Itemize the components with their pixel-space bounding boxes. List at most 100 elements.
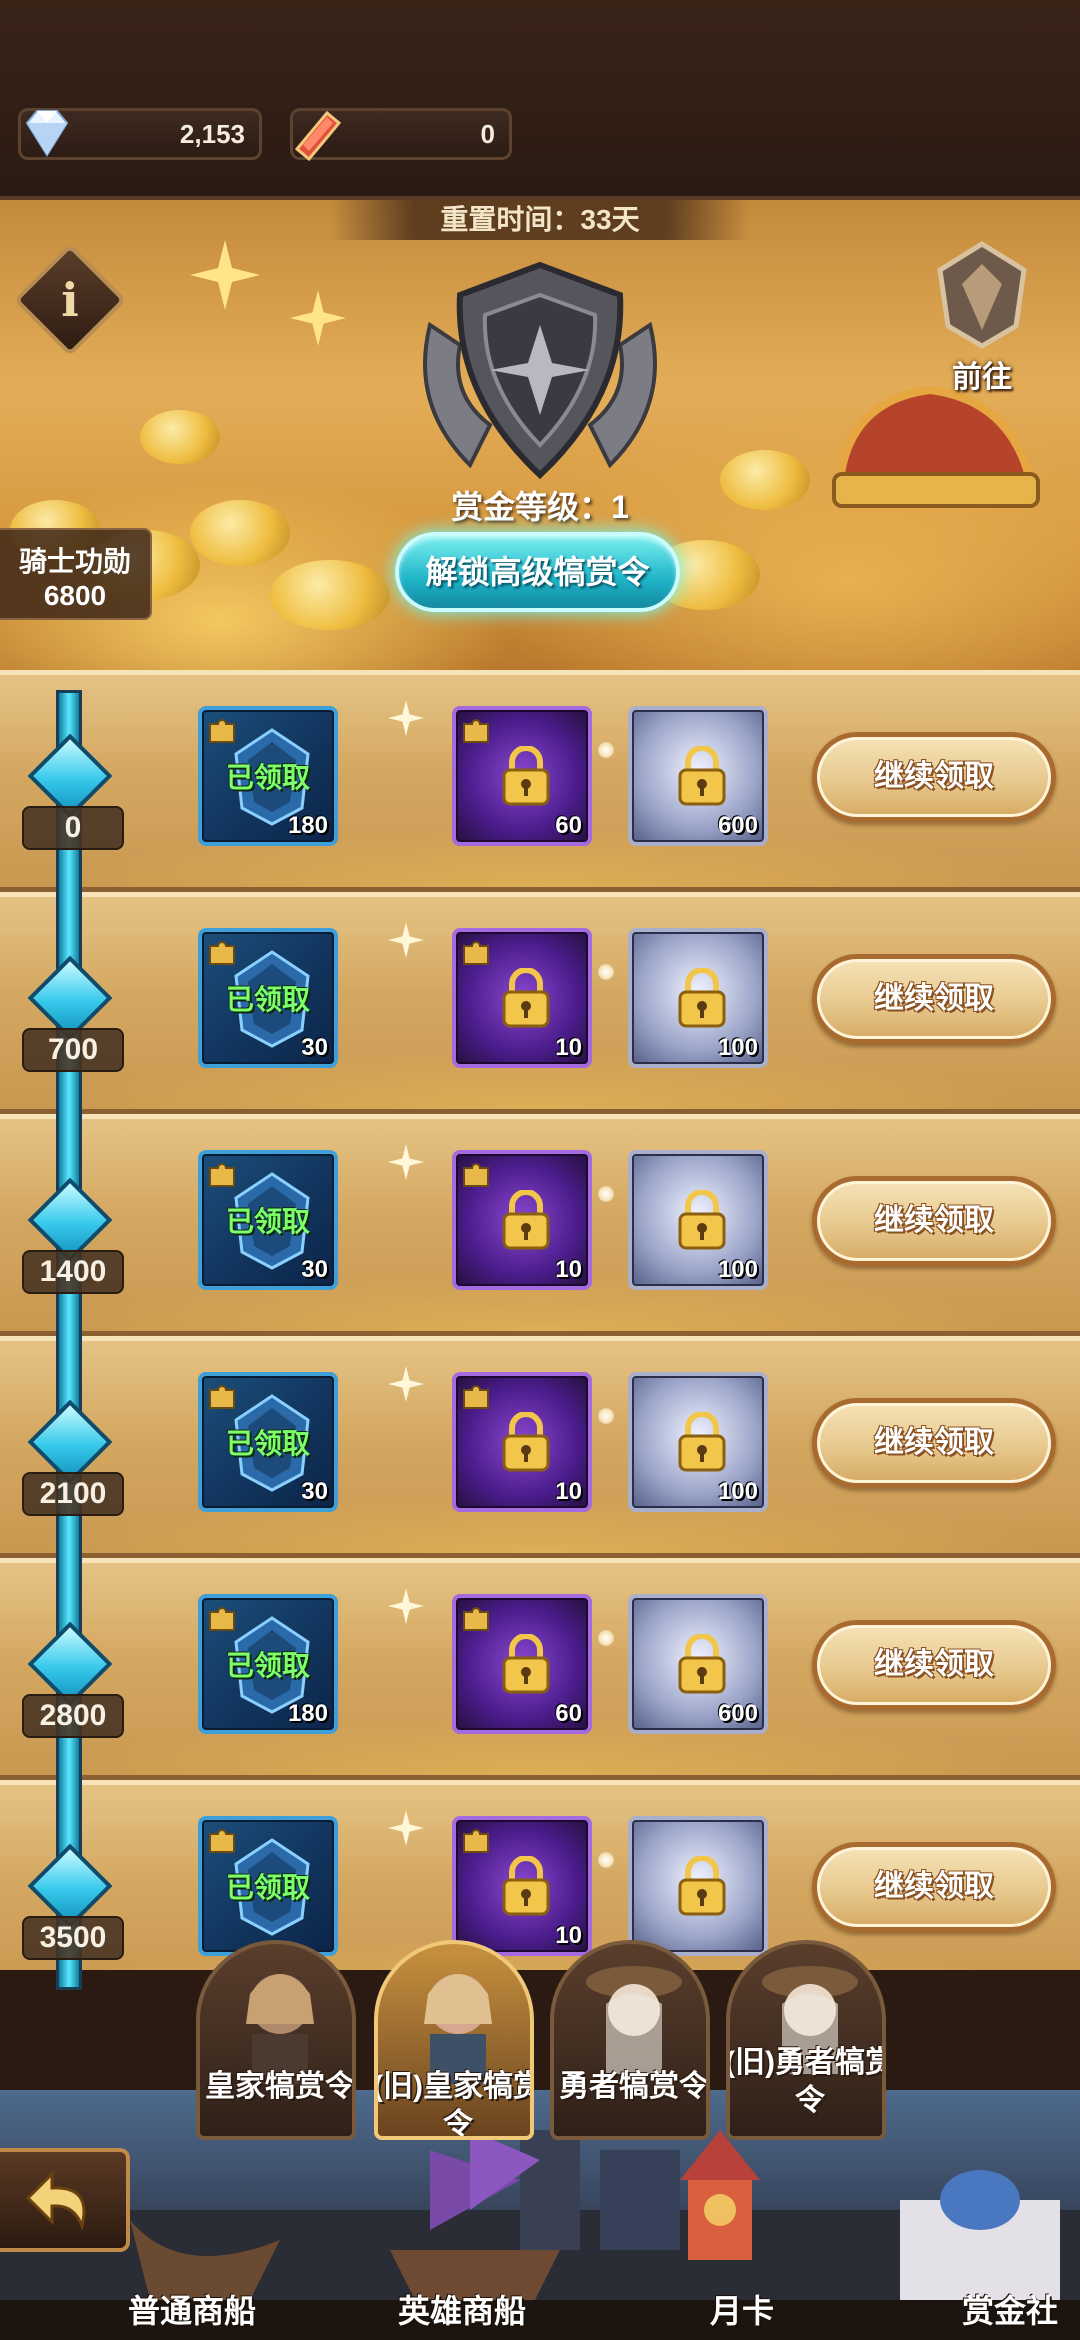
diamond-currency[interactable]: 2,153 bbox=[18, 108, 262, 160]
puzzle-icon bbox=[463, 1163, 489, 1187]
milestone-label: 3500 bbox=[22, 1916, 124, 1960]
old-hero-bounty-pass-tab[interactable]: (旧)勇者犒赏令 bbox=[726, 1940, 886, 2140]
tab-label: (旧)皇家犒赏令 bbox=[374, 2070, 534, 2140]
milestone-label: 2100 bbox=[22, 1472, 124, 1516]
info-icon: i bbox=[61, 273, 79, 327]
reward-count: 10 bbox=[555, 1256, 582, 1283]
top-status-bar: 2,153 0 bbox=[0, 0, 1080, 200]
elite-reward-item[interactable]: 600 bbox=[628, 706, 768, 846]
hero-bounty-pass-tab[interactable]: 勇者犒赏令 bbox=[550, 1940, 710, 2140]
elite-reward-item[interactable]: 100 bbox=[628, 1150, 768, 1290]
red-crystal-currency[interactable]: 0 bbox=[290, 108, 512, 162]
tab-label: (旧)勇者犒赏令 bbox=[726, 2046, 886, 2117]
royal-bounty-pass-tab[interactable]: 皇家犒赏令 bbox=[196, 1940, 356, 2140]
puzzle-icon bbox=[209, 1385, 235, 1409]
puzzle-icon bbox=[463, 719, 489, 743]
separator-dot bbox=[598, 1186, 614, 1202]
sparkle-icon bbox=[388, 922, 424, 958]
sparkle-icon bbox=[388, 700, 424, 736]
premium-reward-item[interactable]: 10 bbox=[452, 1816, 592, 1956]
claimed-label: 已领取 bbox=[225, 1428, 310, 1459]
reward-count: 600 bbox=[717, 812, 758, 839]
hero-portrait-icon bbox=[586, 1966, 682, 2074]
free-reward-item[interactable]: 已领取 180 bbox=[198, 706, 338, 846]
reward-count: 180 bbox=[287, 1700, 328, 1727]
bounty-rank-emblem bbox=[423, 261, 657, 480]
premium-reward-item[interactable]: 60 bbox=[452, 706, 592, 846]
nav-bounty-guild[interactable]: 赏金社 bbox=[962, 2286, 1058, 2332]
continue-claim-button[interactable]: 继续领取 bbox=[812, 1620, 1056, 1710]
premium-reward-item[interactable]: 10 bbox=[452, 1372, 592, 1512]
separator-dot bbox=[598, 1630, 614, 1646]
sparkle-icon bbox=[290, 290, 346, 346]
tab-label: 皇家犒赏令 bbox=[205, 2070, 355, 2103]
gold-coin bbox=[720, 450, 810, 510]
sparkle-icon bbox=[190, 240, 260, 310]
elite-reward-item[interactable]: 100 bbox=[628, 1372, 768, 1512]
lock-icon bbox=[678, 1634, 726, 1694]
back-arrow-icon bbox=[25, 2170, 86, 2232]
hero-portrait-icon bbox=[424, 1974, 492, 2084]
reward-count: 60 bbox=[555, 1700, 582, 1727]
separator-dot bbox=[598, 964, 614, 980]
separator-dot bbox=[598, 1852, 614, 1868]
lock-icon bbox=[678, 968, 726, 1028]
gold-coin bbox=[190, 500, 290, 566]
info-button[interactable]: i bbox=[13, 243, 127, 357]
unlock-premium-pass-button[interactable]: 解锁高级犒赏令 bbox=[395, 532, 680, 612]
lock-icon bbox=[678, 1412, 726, 1472]
claimed-label: 已领取 bbox=[225, 1650, 310, 1681]
progress-track bbox=[56, 690, 82, 1990]
separator-dot bbox=[598, 1408, 614, 1424]
diamond-amount: 2,153 bbox=[179, 119, 245, 149]
reward-count: 10 bbox=[555, 1034, 582, 1061]
guild-crest-icon bbox=[937, 241, 1027, 349]
old-royal-bounty-pass-tab[interactable]: (旧)皇家犒赏令 bbox=[374, 1940, 534, 2140]
continue-claim-button[interactable]: 继续领取 bbox=[812, 732, 1056, 822]
lock-icon bbox=[678, 1856, 726, 1916]
hero-portrait-icon bbox=[246, 1974, 314, 2084]
milestone-label: 2800 bbox=[22, 1694, 124, 1738]
back-button[interactable] bbox=[0, 2148, 130, 2252]
continue-claim-button[interactable]: 继续领取 bbox=[812, 1398, 1056, 1488]
sparkle-icon bbox=[388, 1588, 424, 1624]
puzzle-icon bbox=[463, 941, 489, 965]
free-reward-item[interactable]: 已领取 30 bbox=[198, 1150, 338, 1290]
lock-icon bbox=[502, 746, 550, 806]
premium-reward-item[interactable]: 10 bbox=[452, 928, 592, 1068]
lock-icon bbox=[502, 1634, 550, 1694]
free-reward-item[interactable]: 已领取 180 bbox=[198, 1594, 338, 1734]
free-reward-item[interactable]: 已领取 bbox=[198, 1816, 338, 1956]
reward-list[interactable] bbox=[0, 670, 1080, 1970]
premium-reward-item[interactable]: 60 bbox=[452, 1594, 592, 1734]
bounty-level: 赏金等级：1 bbox=[451, 489, 629, 525]
free-reward-item[interactable]: 已领取 30 bbox=[198, 1372, 338, 1512]
elite-reward-item[interactable] bbox=[628, 1816, 768, 1956]
continue-claim-button[interactable]: 继续领取 bbox=[812, 954, 1056, 1044]
continue-claim-button[interactable]: 继续领取 bbox=[812, 1176, 1056, 1266]
nav-monthly-card[interactable]: 月卡 bbox=[710, 2286, 774, 2332]
sparkle-icon bbox=[388, 1810, 424, 1846]
nav-normal-ship[interactable]: 普通商船 bbox=[128, 2286, 256, 2332]
free-reward-item[interactable]: 已领取 30 bbox=[198, 928, 338, 1068]
elite-reward-item[interactable]: 600 bbox=[628, 1594, 768, 1734]
reward-count: 100 bbox=[717, 1034, 758, 1061]
nav-hero-ship[interactable]: 英雄商船 bbox=[398, 2286, 526, 2332]
premium-reward-item[interactable]: 10 bbox=[452, 1150, 592, 1290]
claimed-label: 已领取 bbox=[225, 1206, 310, 1237]
reward-count: 10 bbox=[555, 1478, 582, 1505]
reward-count: 100 bbox=[717, 1478, 758, 1505]
goto-button[interactable]: 前往 bbox=[912, 240, 1052, 394]
knight-merit-panel: 骑士功勋 6800 bbox=[0, 528, 152, 620]
lock-icon bbox=[502, 1856, 550, 1916]
continue-claim-button[interactable]: 继续领取 bbox=[812, 1842, 1056, 1932]
knight-merit-value: 6800 bbox=[43, 580, 107, 611]
diamond-icon bbox=[25, 110, 69, 157]
puzzle-icon bbox=[463, 1607, 489, 1631]
puzzle-icon bbox=[463, 1385, 489, 1409]
claimed-label: 已领取 bbox=[225, 984, 310, 1015]
elite-reward-item[interactable]: 100 bbox=[628, 928, 768, 1068]
separator-dot bbox=[598, 742, 614, 758]
lock-icon bbox=[678, 746, 726, 806]
reset-time: 重置时间：33天 bbox=[330, 200, 750, 240]
